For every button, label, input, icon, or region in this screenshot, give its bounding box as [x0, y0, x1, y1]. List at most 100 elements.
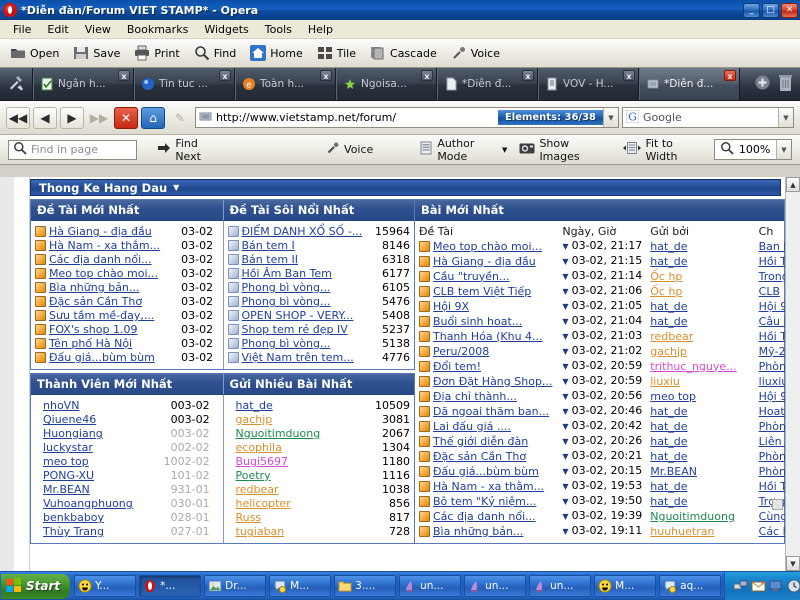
post-forum-link[interactable]: Phòn: [759, 360, 785, 373]
address-dropdown-icon[interactable]: ▼: [603, 108, 618, 127]
poster-link[interactable]: redbear: [236, 483, 279, 496]
table-row[interactable]: Shop tem rẻ đẹp IV 5237: [227, 323, 410, 337]
poster-link[interactable]: helicopter: [236, 497, 291, 510]
jump-to-icon[interactable]: ▼: [562, 362, 571, 371]
post-forum-link[interactable]: Phòn: [759, 465, 785, 478]
minimize-button[interactable]: _: [743, 2, 760, 18]
table-row[interactable]: Buổi sinh hoat... ▼ 03-02, 21:04 hat_de C…: [419, 314, 785, 329]
topic-link[interactable]: Hà Giang - địa đầu: [49, 225, 152, 238]
post-forum-link[interactable]: Hội 9: [759, 390, 785, 403]
tab-close-icon[interactable]: x: [724, 70, 736, 81]
find-button[interactable]: Find: [194, 45, 236, 61]
table-row[interactable]: Vuhoangphuong 0 30-01: [35, 497, 219, 511]
member-link[interactable]: luckystar: [43, 441, 93, 454]
post-author-link[interactable]: trithuc_nguye...: [650, 360, 736, 373]
taskbar-button-9[interactable]: aq...: [659, 575, 722, 597]
find-in-page-input[interactable]: Find in page: [8, 139, 138, 160]
table-row[interactable]: Địa chỉ thành... ▼ 03-02, 20:56 meo top H…: [419, 389, 785, 404]
tab-5[interactable]: VOV - H... x: [538, 68, 639, 100]
topic-link[interactable]: Tên phố Hà Nội: [49, 337, 132, 350]
tile-button[interactable]: Tile: [317, 45, 356, 61]
menu-item-file[interactable]: File: [5, 21, 39, 38]
network-icon[interactable]: [733, 579, 748, 593]
post-author-link[interactable]: liuxiu: [650, 375, 680, 388]
scroll-down-arrow[interactable]: ▼: [786, 556, 800, 571]
post-author-link[interactable]: hat_de: [650, 450, 687, 463]
menu-item-view[interactable]: View: [77, 21, 119, 38]
post-forum-link[interactable]: Mỹ-2: [759, 345, 785, 358]
post-forum-link[interactable]: Phòn: [759, 450, 785, 463]
poster-link[interactable]: Bugi5697: [236, 455, 289, 468]
topic-link[interactable]: Shop tem rẻ đẹp IV: [242, 323, 348, 336]
table-row[interactable]: Bán tem II 6318: [227, 253, 410, 267]
jump-to-icon[interactable]: ▼: [562, 497, 571, 506]
post-forum-link[interactable]: Câu l: [759, 315, 785, 328]
member-link[interactable]: Vuhoangphuong: [43, 497, 133, 510]
table-row[interactable]: Hồi Âm Ban Tem 6177: [227, 267, 410, 281]
table-row[interactable]: Đổi tem! ▼ 03-02, 20:59 trithuc_nguye... …: [419, 359, 785, 374]
new-tab-button[interactable]: [754, 74, 771, 94]
table-row[interactable]: Các địa danh nổi... ▼ 03-02, 19:39 Nguoit…: [419, 509, 785, 524]
member-link[interactable]: nhoVN: [43, 399, 79, 412]
post-topic-link[interactable]: Hà Nam - xa thằm...: [433, 480, 544, 493]
home-button-nav[interactable]: ⌂: [141, 106, 165, 129]
fit-to-width-button[interactable]: Fit to Width: [623, 137, 699, 163]
post-forum-link[interactable]: Cùng: [759, 510, 785, 523]
table-row[interactable]: Hà Giang - địa đầu 03-02: [35, 225, 219, 239]
topic-link[interactable]: ĐIỂM DANH XỔ SỐ -...: [242, 225, 363, 238]
table-row[interactable]: Bìa những bản... 03-02: [35, 281, 219, 295]
table-row[interactable]: Phong bì vòng... 5476: [227, 295, 410, 309]
topic-link[interactable]: Đặc sản Cần Thơ: [49, 295, 142, 308]
tab-close-icon[interactable]: x: [118, 70, 130, 81]
post-forum-link[interactable]: Ban b: [759, 240, 785, 253]
post-topic-link[interactable]: Hội 9X: [433, 300, 469, 313]
topic-link[interactable]: Hồi Âm Ban Tem: [242, 267, 332, 280]
table-row[interactable]: Hà Nam - xa thắm... 03-02: [35, 239, 219, 253]
table-row[interactable]: Thùy Trang 0 27-01: [35, 525, 219, 539]
table-row[interactable]: Hội 9X ▼ 03-02, 21:05 hat_de Hội 9: [419, 299, 785, 314]
table-row[interactable]: Thanh Hóa (Khu 4... ▼ 03-02, 21:03 redbea…: [419, 329, 785, 344]
menu-item-edit[interactable]: Edit: [39, 21, 76, 38]
tab-6[interactable]: *Diễn đ... x: [639, 68, 740, 100]
cascade-button[interactable]: Cascade: [370, 45, 437, 61]
table-row[interactable]: nhoVN 0 03-02: [35, 399, 219, 413]
post-forum-link[interactable]: Các l: [759, 525, 785, 538]
back-button[interactable]: ◀: [33, 106, 57, 129]
table-row[interactable]: Bán tem I 8146: [227, 239, 410, 253]
tab-close-icon[interactable]: x: [623, 70, 635, 81]
menu-item-help[interactable]: Help: [300, 21, 341, 38]
jump-to-icon[interactable]: ▼: [562, 242, 571, 251]
jump-to-icon[interactable]: ▼: [562, 317, 571, 326]
table-row[interactable]: Qiuene46 0 03-02: [35, 413, 219, 427]
maximize-button[interactable]: □: [762, 2, 779, 18]
table-row[interactable]: benkbaboy 0 28-01: [35, 511, 219, 525]
voice-toggle[interactable]: Voice: [326, 141, 373, 158]
poster-link[interactable]: Poetry: [236, 469, 271, 482]
chevron-down-icon[interactable]: ▼: [502, 146, 507, 154]
table-row[interactable]: luckystar 0 02-02: [35, 441, 219, 455]
post-author-link[interactable]: hat_de: [650, 420, 687, 433]
jump-to-icon[interactable]: ▼: [562, 377, 571, 386]
poster-link[interactable]: gachjp: [236, 413, 273, 426]
tab-2[interactable]: e Toàn h... x: [235, 68, 336, 100]
jump-to-icon[interactable]: ▼: [562, 467, 571, 476]
forward-button[interactable]: ▶: [60, 106, 84, 129]
search-dropdown-icon[interactable]: ▼: [778, 108, 793, 127]
table-row[interactable]: Tên phố Hà Nội 03-02: [35, 337, 219, 351]
topic-link[interactable]: Hà Nam - xa thắm...: [49, 239, 160, 252]
show-images-button[interactable]: Show Images: [519, 137, 603, 163]
taskbar-button-7[interactable]: un...: [529, 575, 592, 597]
post-author-link[interactable]: meo top: [650, 390, 696, 403]
post-author-link[interactable]: huuhuetran: [650, 525, 714, 538]
table-row[interactable]: Russ 817: [228, 511, 411, 525]
member-link[interactable]: Huongiang: [43, 427, 103, 440]
post-author-link[interactable]: Ốc hp: [650, 270, 682, 283]
post-topic-link[interactable]: Các địa danh nổi...: [433, 510, 536, 523]
post-forum-link[interactable]: Phòn: [759, 420, 785, 433]
tab-close-icon[interactable]: x: [522, 70, 534, 81]
edit-icon[interactable]: ✎: [168, 107, 192, 129]
post-topic-link[interactable]: Thanh Hóa (Khu 4...: [433, 330, 543, 343]
topic-link[interactable]: Phong bì vòng...: [242, 295, 331, 308]
post-topic-link[interactable]: Cầu "truyền...: [433, 270, 510, 283]
table-row[interactable]: helicopter 856: [228, 497, 411, 511]
